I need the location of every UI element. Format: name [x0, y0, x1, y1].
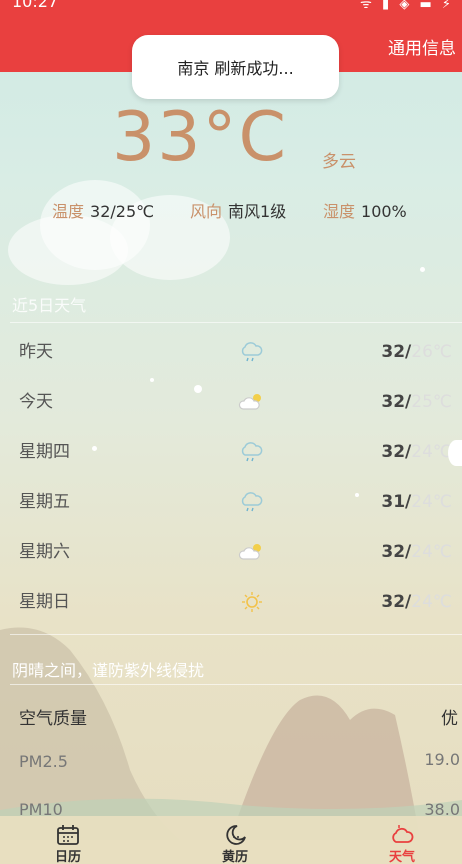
- forecast-temp: 32/24℃: [381, 527, 452, 577]
- rain-cloud-icon: [238, 340, 266, 364]
- rain-cloud-icon: [238, 490, 266, 514]
- weather-description: 多云: [322, 152, 356, 172]
- sun-cloud-icon: [238, 540, 266, 564]
- divider: [10, 322, 462, 323]
- tab-almanac[interactable]: 黄历: [195, 816, 275, 864]
- general-info-link[interactable]: 通用信息: [388, 34, 456, 59]
- sun-icon: [238, 590, 266, 614]
- status-time: 10:27: [12, 0, 59, 11]
- forecast-row: 昨天 32/26℃: [0, 327, 462, 377]
- cloud-icon: [392, 825, 414, 843]
- forecast-high: 32/: [381, 392, 412, 412]
- forecast-temp: 32/26℃: [381, 327, 452, 377]
- forecast-low: 24℃: [411, 592, 452, 612]
- forecast-low: 24℃: [411, 542, 452, 562]
- temp-range: 温度 32/25℃: [52, 198, 154, 222]
- forecast-row: 星期四 32/24℃: [0, 427, 462, 477]
- toast-text: 南京 刷新成功...: [177, 59, 294, 78]
- snow-particle: [355, 493, 359, 497]
- forecast-temp: 32/25℃: [381, 377, 452, 427]
- snow-particle: [92, 446, 97, 451]
- forecast-day-name: 今天: [19, 392, 53, 412]
- rain-cloud-icon: [238, 440, 266, 464]
- humidity: 湿度 100%: [323, 198, 407, 222]
- divider: [10, 634, 462, 635]
- forecast-high: 32/: [381, 342, 412, 362]
- forecast-temp: 31/24℃: [381, 477, 452, 527]
- forecast-high: 32/: [381, 442, 412, 462]
- refresh-toast: 南京 刷新成功...: [132, 35, 339, 99]
- forecast-row: 星期日 32/24℃: [0, 577, 462, 627]
- forecast-day-name: 昨天: [19, 342, 53, 362]
- tab-calendar-label: 日历: [54, 850, 81, 864]
- forecast-high: 31/: [381, 492, 412, 512]
- calendar-icon: [57, 825, 79, 845]
- tab-weather[interactable]: 天气: [362, 816, 442, 864]
- wind: 风向 南风1级: [190, 198, 286, 222]
- forecast-temp: 32/24℃: [381, 427, 452, 477]
- tab-almanac-label: 黄历: [221, 850, 248, 864]
- current-temperature: 33°C: [112, 98, 289, 177]
- forecast-row: 星期五 31/24℃: [0, 477, 462, 527]
- forecast-day-name: 星期六: [19, 542, 70, 562]
- forecast-row: 星期六 32/24℃: [0, 527, 462, 577]
- humidity-value: 100%: [361, 202, 407, 221]
- weather-screen: 10:27 ᯤ ▮ ◈ ▬ ⚡ 通用信息 南京 刷新成功... 33°C 多云 …: [0, 0, 462, 864]
- snow-particle: [194, 385, 202, 393]
- tab-calendar[interactable]: 日历: [28, 816, 108, 864]
- forecast-low: 24℃: [411, 492, 452, 512]
- snow-particle: [420, 267, 425, 272]
- weather-tip: 阴晴之间，谨防紫外线侵扰: [12, 661, 205, 680]
- pm25-value: 19.0: [424, 750, 460, 769]
- temp-range-value: 32/25℃: [90, 202, 155, 221]
- forecast-high: 32/: [381, 542, 412, 562]
- forecast-title: 近5日天气: [12, 296, 87, 315]
- snow-particle: [448, 440, 462, 466]
- wind-label: 风向: [190, 202, 223, 221]
- forecast-low: 26℃: [411, 342, 452, 362]
- moon-icon: [226, 825, 246, 845]
- status-icons: ᯤ ▮ ◈ ▬ ⚡: [360, 0, 454, 12]
- air-quality-grade: 优: [441, 709, 458, 729]
- forecast-low: 25℃: [411, 392, 452, 412]
- forecast-day-name: 星期四: [19, 442, 70, 462]
- tab-weather-label: 天气: [388, 850, 415, 864]
- pm25-label: PM2.5: [19, 752, 68, 771]
- wind-value: 南风1级: [228, 202, 287, 221]
- humidity-label: 湿度: [323, 202, 356, 221]
- forecast-row: 今天 32/25℃: [0, 377, 462, 427]
- forecast-temp: 32/24℃: [381, 577, 452, 627]
- snow-particle: [150, 378, 154, 382]
- divider: [10, 684, 462, 685]
- forecast-high: 32/: [381, 592, 412, 612]
- sun-cloud-icon: [238, 390, 266, 414]
- forecast-day-name: 星期日: [19, 592, 70, 612]
- temp-range-label: 温度: [52, 202, 85, 221]
- forecast-low: 24℃: [411, 442, 452, 462]
- bottom-tab-bar: 日历 黄历 天气: [0, 816, 462, 864]
- forecast-day-name: 星期五: [19, 492, 70, 512]
- air-quality-title: 空气质量: [19, 709, 87, 729]
